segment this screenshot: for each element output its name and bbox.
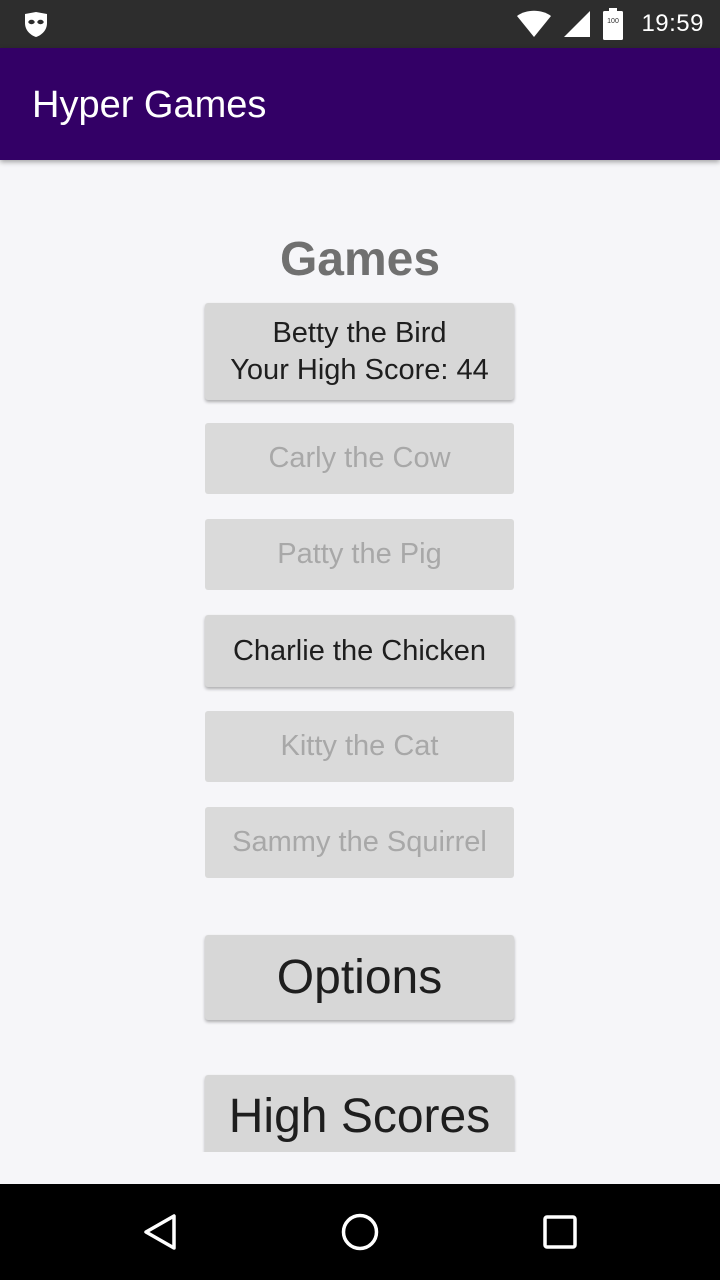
high-scores-button[interactable]: High Scores <box>205 1075 514 1152</box>
game-button-sammy-the-squirrel[interactable]: Sammy the Squirrel <box>205 807 514 878</box>
high-scores-label: High Scores <box>228 1090 491 1143</box>
status-bar: 100 19:59 <box>0 0 720 48</box>
game-name: Betty the Bird <box>272 316 447 349</box>
battery-icon: 100 <box>603 8 624 40</box>
incognito-mask-icon <box>25 12 47 37</box>
cell-signal-icon <box>564 11 591 37</box>
home-circle-icon[interactable] <box>340 1212 380 1252</box>
game-high-score: Your High Score: 44 <box>230 353 489 386</box>
options-button[interactable]: Options <box>205 935 514 1020</box>
navigation-bar <box>0 1184 720 1280</box>
back-triangle-icon[interactable] <box>140 1212 180 1252</box>
game-button-kitty-the-cat[interactable]: Kitty the Cat <box>205 711 514 782</box>
game-button-charlie-the-chicken[interactable]: Charlie the Chicken <box>205 615 514 687</box>
game-name: Kitty the Cat <box>280 730 439 762</box>
games-heading: Games <box>279 233 441 286</box>
game-name: Patty the Pig <box>277 538 442 570</box>
main-content: Games Betty the Bird Your High Score: 44… <box>0 160 720 1152</box>
game-button-betty-the-bird[interactable]: Betty the Bird Your High Score: 44 <box>205 303 514 400</box>
game-name: Carly the Cow <box>268 442 451 474</box>
game-button-patty-the-pig[interactable]: Patty the Pig <box>205 519 514 590</box>
status-icons: 100 19:59 <box>517 0 704 48</box>
game-button-carly-the-cow[interactable]: Carly the Cow <box>205 423 514 494</box>
options-label: Options <box>276 950 443 1004</box>
app-bar: Hyper Games <box>0 48 720 160</box>
app-title: Hyper Games <box>32 84 267 126</box>
game-name: Sammy the Squirrel <box>232 826 487 858</box>
battery-level: 100 <box>608 18 620 25</box>
recents-square-icon[interactable] <box>540 1212 580 1252</box>
status-time: 19:59 <box>641 10 704 37</box>
wifi-icon <box>517 10 552 37</box>
game-name: Charlie the Chicken <box>232 634 487 667</box>
